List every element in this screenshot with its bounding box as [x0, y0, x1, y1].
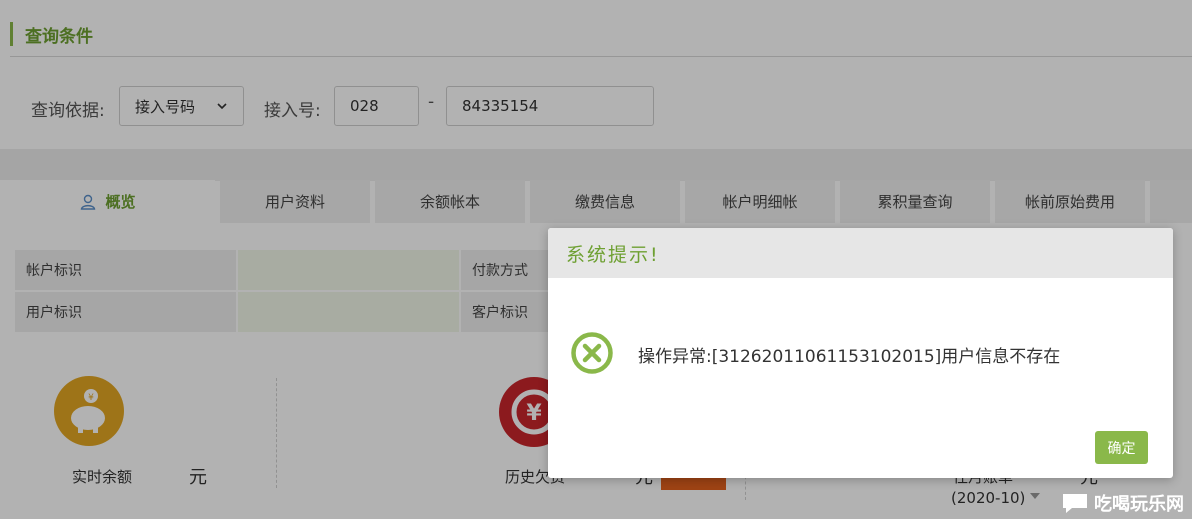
watermark: 吃喝玩乐网 — [1060, 490, 1184, 516]
dialog-header: 系统提示! — [548, 228, 1173, 278]
chat-bubble-icon — [1063, 494, 1087, 513]
watermark-text: 吃喝玩乐网 — [1094, 494, 1184, 515]
confirm-button[interactable]: 确定 — [1095, 431, 1148, 464]
error-circle-icon — [571, 332, 613, 374]
system-alert-dialog: 系统提示! 操作异常:[3126201106115310​2015]用户信息不存… — [548, 228, 1173, 478]
dialog-title: 系统提示! — [566, 243, 660, 266]
dialog-message: 操作异常:[3126201106115310​2015]用户信息不存在 — [638, 347, 1061, 367]
